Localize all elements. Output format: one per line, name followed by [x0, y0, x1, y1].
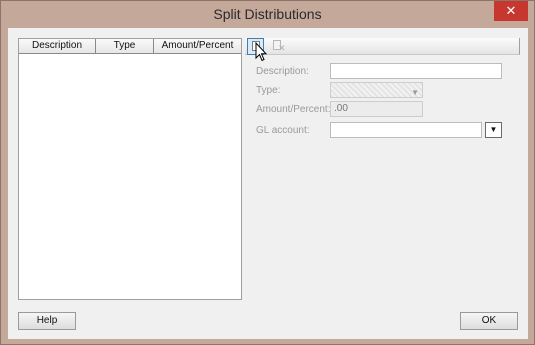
close-icon: ✕ — [505, 3, 517, 18]
chevron-down-icon: ▼ — [489, 125, 498, 134]
gl-account-label: GL account: — [256, 125, 310, 136]
column-header-amount-percent[interactable]: Amount/Percent — [154, 39, 241, 54]
gl-account-field[interactable] — [330, 122, 482, 138]
column-header-type[interactable]: Type — [96, 39, 154, 54]
ok-button[interactable]: OK — [460, 312, 518, 330]
distribution-grid[interactable]: Description Type Amount/Percent — [18, 38, 242, 300]
dialog-body: Description Type Amount/Percent ✕ Descri… — [8, 28, 528, 339]
description-field[interactable] — [330, 63, 502, 79]
delete-distribution-button[interactable]: ✕ — [269, 38, 286, 55]
window-title: Split Distributions — [213, 6, 322, 22]
dialog-window: Split Distributions ✕ Description Type A… — [0, 0, 535, 345]
description-label: Description: — [256, 66, 309, 77]
column-header-description[interactable]: Description — [19, 39, 96, 54]
title-bar: Split Distributions ✕ — [1, 1, 534, 28]
grid-header: Description Type Amount/Percent — [19, 39, 241, 54]
close-button[interactable]: ✕ — [494, 1, 528, 21]
amount-percent-label: Amount/Percent: — [256, 104, 331, 115]
type-select[interactable]: ▼ — [330, 82, 423, 98]
chevron-down-icon: ▼ — [411, 88, 419, 97]
toolbar: ✕ — [245, 38, 520, 55]
type-label: Type: — [256, 85, 281, 96]
help-button[interactable]: Help — [18, 312, 76, 330]
mouse-pointer-icon — [255, 42, 267, 62]
amount-percent-field[interactable]: .00 — [330, 101, 423, 117]
gl-account-lookup-button[interactable]: ▼ — [485, 122, 502, 138]
